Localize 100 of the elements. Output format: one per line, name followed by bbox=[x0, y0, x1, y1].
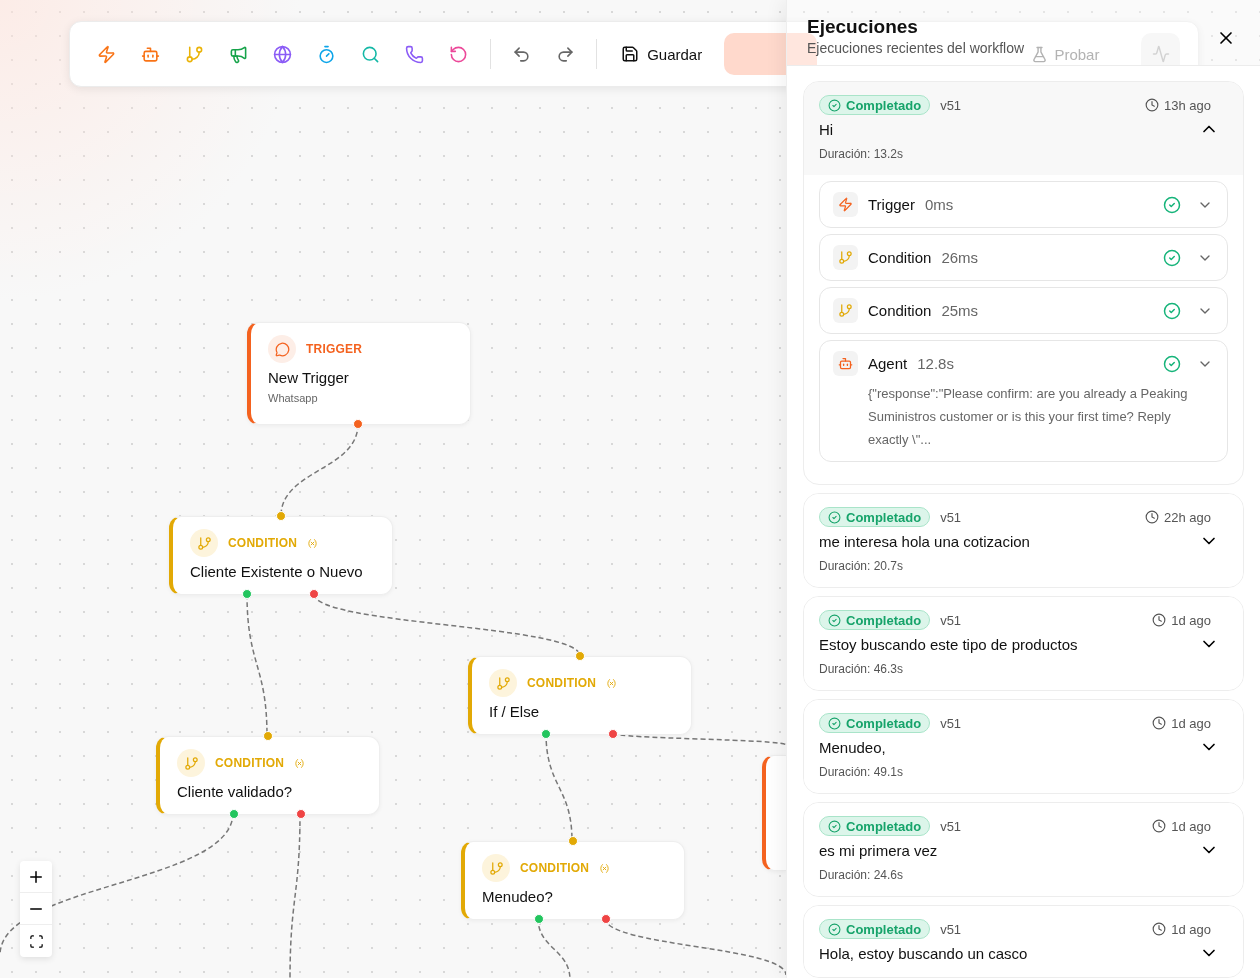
duration-label: Duración: 20.7s bbox=[819, 559, 905, 573]
check-circle-icon bbox=[828, 922, 841, 936]
step-name: Condition bbox=[868, 249, 932, 266]
save-button[interactable]: Guardar bbox=[613, 39, 711, 69]
version-label: v51 bbox=[940, 97, 962, 113]
execution-card[interactable]: Completado v51 22h ago me interesa hola una cotizacion Duración: 20.7s bbox=[803, 493, 1244, 588]
input-handle[interactable] bbox=[263, 731, 273, 741]
clock-icon bbox=[1145, 510, 1159, 524]
branch-icon bbox=[833, 298, 858, 323]
timestamp: 1d ago bbox=[1171, 612, 1211, 628]
status-label: Completado bbox=[846, 612, 922, 628]
step-duration: 25ms bbox=[941, 302, 979, 319]
lightning-icon[interactable] bbox=[97, 44, 117, 64]
variable-icon bbox=[294, 757, 306, 769]
rotate-icon[interactable] bbox=[449, 44, 469, 64]
step-card[interactable]: Condition 26ms bbox=[819, 234, 1228, 281]
duration-label: Duración: 24.6s bbox=[819, 868, 905, 882]
execution-header[interactable]: Completado v51 13h ago Hi Duración: 13.2s bbox=[804, 82, 1243, 175]
false-handle[interactable] bbox=[608, 729, 618, 739]
duration-label: Duración: 46.3s bbox=[819, 662, 905, 676]
timestamp: 1d ago bbox=[1171, 921, 1211, 937]
false-handle[interactable] bbox=[309, 589, 319, 599]
success-icon bbox=[1163, 248, 1181, 267]
node-title: Cliente Existente o Nuevo bbox=[190, 563, 364, 580]
node-title: Menudeo? bbox=[482, 888, 554, 905]
version-label: v51 bbox=[940, 818, 962, 834]
true-handle[interactable] bbox=[229, 809, 239, 819]
clock-icon bbox=[1152, 922, 1167, 936]
stopwatch-icon[interactable] bbox=[317, 44, 337, 64]
megaphone-icon[interactable] bbox=[229, 44, 249, 64]
check-circle-icon bbox=[828, 613, 841, 627]
check-circle-icon bbox=[828, 510, 841, 524]
success-icon bbox=[1163, 301, 1181, 320]
version-label: v51 bbox=[940, 715, 962, 731]
workflow-node[interactable] bbox=[762, 755, 786, 871]
phone-icon[interactable] bbox=[405, 44, 425, 64]
status-label: Completado bbox=[846, 818, 922, 834]
check-circle-icon bbox=[828, 98, 841, 112]
pulse-icon bbox=[1151, 45, 1170, 63]
node-type-label: CONDITION bbox=[527, 676, 597, 690]
status-label: Completado bbox=[846, 715, 922, 731]
robot-icon[interactable] bbox=[141, 44, 161, 64]
variable-icon bbox=[307, 537, 319, 549]
node-title: New Trigger bbox=[268, 369, 350, 386]
clock-icon bbox=[1152, 613, 1167, 627]
duration-label: Duración: 49.1s bbox=[819, 765, 905, 779]
step-card[interactable]: Agent 12.8s {"response":"Please confirm: are you already a Peaking Suministros customer or is this your first time? Reply exactly \"... bbox=[819, 340, 1228, 462]
execution-message: me interesa hola una cotizacion bbox=[819, 532, 1031, 550]
lightning-icon bbox=[833, 192, 858, 217]
fit-view-icon[interactable] bbox=[28, 933, 44, 949]
node-type-label: CONDITION bbox=[228, 536, 298, 550]
workflow-node[interactable]: CONDITION Cliente Existente o Nuevo bbox=[169, 516, 393, 595]
branch-icon bbox=[190, 529, 218, 557]
version-label: v51 bbox=[940, 612, 962, 628]
step-card[interactable]: Condition 25ms bbox=[819, 287, 1228, 334]
step-duration: 12.8s bbox=[917, 355, 954, 372]
step-output: {"response":"Please confirm: are you already a Peaking Suministros customer or is this your first time? Reply exactly \"... bbox=[867, 385, 1189, 449]
execution-message: Hi bbox=[819, 120, 835, 138]
branch-icon[interactable] bbox=[185, 44, 205, 64]
false-handle[interactable] bbox=[296, 809, 306, 819]
workflow-node[interactable]: CONDITION Menudeo? bbox=[461, 841, 685, 920]
status-label: Completado bbox=[846, 97, 922, 113]
execution-message: es mi primera vez bbox=[819, 841, 939, 859]
redo-icon[interactable] bbox=[555, 44, 575, 64]
execution-card[interactable]: Completado v51 1d ago Menudeo, Duración: 49.1s bbox=[803, 699, 1244, 794]
status-label: Completado bbox=[846, 921, 922, 937]
node-type-label: CONDITION bbox=[520, 861, 590, 875]
chat-bubble-icon bbox=[268, 335, 296, 363]
output-handle[interactable] bbox=[353, 419, 363, 429]
branch-icon bbox=[833, 245, 858, 270]
workflow-node[interactable]: CONDITION Cliente validado? bbox=[156, 736, 380, 815]
clock-icon bbox=[1145, 98, 1159, 112]
success-icon bbox=[1163, 195, 1181, 214]
globe-icon[interactable] bbox=[273, 44, 293, 64]
true-handle[interactable] bbox=[541, 729, 551, 739]
undo-icon[interactable] bbox=[511, 44, 531, 64]
branch-icon bbox=[482, 854, 510, 882]
workflow-node[interactable]: TRIGGER New Trigger Whatsapp bbox=[247, 322, 471, 425]
workflow-node[interactable]: CONDITION If / Else bbox=[468, 656, 692, 735]
timestamp: 1d ago bbox=[1171, 715, 1211, 731]
input-handle[interactable] bbox=[575, 651, 585, 661]
input-handle[interactable] bbox=[276, 511, 286, 521]
step-name: Trigger bbox=[868, 196, 915, 213]
true-handle[interactable] bbox=[242, 589, 252, 599]
step-name: Condition bbox=[868, 302, 932, 319]
branch-icon bbox=[489, 669, 517, 697]
step-card[interactable]: Trigger 0ms bbox=[819, 181, 1228, 228]
timestamp: 13h ago bbox=[1164, 97, 1211, 113]
input-handle[interactable] bbox=[568, 836, 578, 846]
variable-icon bbox=[599, 862, 611, 874]
false-handle[interactable] bbox=[601, 914, 611, 924]
execution-card[interactable]: Completado v51 1d ago Hola, estoy buscando un casco bbox=[803, 905, 1244, 978]
node-type-label: TRIGGER bbox=[306, 342, 363, 356]
search-icon[interactable] bbox=[361, 44, 381, 64]
robot-icon bbox=[833, 351, 858, 376]
execution-card[interactable]: Completado v51 1d ago es mi primera vez Duración: 24.6s bbox=[803, 802, 1244, 897]
clock-icon bbox=[1152, 716, 1167, 730]
clock-icon bbox=[1152, 819, 1167, 833]
true-handle[interactable] bbox=[534, 914, 544, 924]
execution-card[interactable]: Completado v51 1d ago Estoy buscando este tipo de productos Duración: 46.3s bbox=[803, 596, 1244, 691]
